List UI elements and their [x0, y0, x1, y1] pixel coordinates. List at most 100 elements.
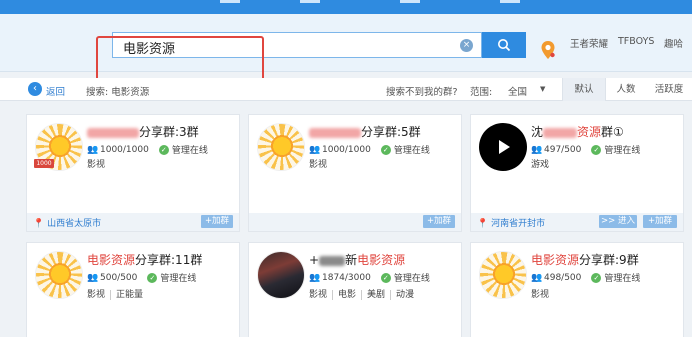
redacted-text: [543, 127, 578, 138]
tag: 影视: [309, 290, 334, 300]
join-group-button[interactable]: +加群: [201, 215, 233, 228]
group-name[interactable]: 分享群:5群: [309, 123, 421, 140]
group-tags: 影视: [309, 157, 337, 170]
people-icon: 👥: [531, 144, 543, 155]
tab-sort-default[interactable]: 默认: [562, 78, 606, 101]
enter-group-button[interactable]: >> 进入: [599, 215, 637, 228]
hot-search-link[interactable]: TFBOYS: [618, 36, 654, 47]
group-stats: 👥 500/500 ✓ 管理在线: [87, 271, 196, 284]
group-tags: 影视 正能量: [87, 287, 153, 300]
group-card[interactable]: 分享群:5群 👥 1000/1000 ✓ 管理在线 影视 +加群: [248, 114, 462, 232]
tag: 影视: [531, 290, 550, 300]
join-group-button[interactable]: +加群: [423, 215, 455, 228]
back-link[interactable]: 返回: [46, 84, 65, 98]
redacted-text: [319, 255, 346, 266]
group-avatar[interactable]: [479, 123, 527, 171]
join-group-button[interactable]: +加群: [643, 215, 677, 228]
search-prefix: 搜索:: [86, 87, 109, 98]
group-card[interactable]: 电影资源分享群:9群 👥 498/500 ✓ 管理在线 影视: [470, 242, 684, 337]
member-count: 498/500: [544, 272, 582, 283]
group-stats: 👥 1000/1000 ✓ 管理在线: [309, 143, 430, 156]
group-tags: 影视: [87, 157, 115, 170]
tag: 游戏: [531, 160, 550, 170]
search-term: 电影资源: [111, 87, 150, 98]
group-stats: 👥 498/500 ✓ 管理在线: [531, 271, 640, 284]
nav-tab-fragment: [400, 0, 420, 3]
admin-status: 管理在线: [604, 146, 641, 156]
nav-tab-fragment: [300, 0, 320, 3]
group-card[interactable]: 沈资源群① 👥 497/500 ✓ 管理在线 游戏 📍 河南省开封市 >> 进入…: [470, 114, 684, 232]
group-location: 📍 河南省开封市: [477, 219, 546, 229]
member-count: 1000/1000: [100, 144, 149, 155]
admin-status: 管理在线: [604, 274, 641, 284]
range-label: 范围:: [470, 87, 493, 98]
level-badge: 1000: [34, 159, 54, 168]
group-stats: 👥 497/500 ✓ 管理在线: [531, 143, 640, 156]
group-name[interactable]: 沈资源群①: [531, 123, 624, 140]
redacted-text: [87, 127, 139, 138]
card-footer: +加群: [249, 213, 461, 231]
member-count: 497/500: [544, 144, 582, 155]
group-name[interactable]: 电影资源分享群:9群: [531, 251, 639, 268]
card-footer: 📍 河南省开封市 >> 进入 +加群: [471, 213, 683, 231]
range-select[interactable]: 全国: [508, 84, 527, 98]
group-card[interactable]: 电影资源分享群:11群 👥 500/500 ✓ 管理在线 影视 正能量: [26, 242, 240, 337]
clear-icon[interactable]: ×: [460, 39, 473, 52]
check-icon: ✓: [380, 272, 391, 283]
location-pin-icon[interactable]: [540, 40, 556, 60]
group-name[interactable]: 分享群:3群: [87, 123, 199, 140]
group-avatar[interactable]: [257, 123, 305, 171]
group-tags: 影视 电影 美剧 动漫: [309, 287, 424, 300]
group-stats: 👥 1874/3000 ✓ 管理在线: [309, 271, 430, 284]
check-icon: ✓: [147, 272, 158, 283]
search-bar: 电影资源 × 王者荣耀 TFBOYS 趣哈: [0, 14, 692, 86]
group-location: 📍 山西省太原市: [33, 219, 102, 229]
group-avatar-photo[interactable]: [257, 251, 305, 299]
tag: 动漫: [396, 290, 415, 300]
back-arrow-icon[interactable]: ‹: [28, 82, 42, 96]
people-icon: 👥: [87, 144, 99, 155]
member-count: 1874/3000: [322, 272, 371, 283]
sun-logo-icon: [480, 252, 526, 298]
member-count: 1000/1000: [322, 144, 371, 155]
people-icon: 👥: [87, 272, 99, 283]
tab-sort-members[interactable]: 人数: [606, 78, 646, 101]
hot-search-link[interactable]: 趣哈: [664, 36, 683, 50]
nav-tab-fragment: [220, 0, 240, 3]
nav-tab-fragment: [500, 0, 520, 3]
member-count: 500/500: [100, 272, 138, 283]
admin-status: 管理在线: [393, 274, 430, 284]
admin-status: 管理在线: [393, 146, 430, 156]
tag: 正能量: [116, 290, 144, 300]
hot-search-link[interactable]: 王者荣耀: [570, 36, 608, 50]
search-button[interactable]: [482, 32, 526, 58]
tag: 影视: [87, 160, 106, 170]
group-card[interactable]: 1000 分享群:3群 👥 1000/1000 ✓ 管理在线 影视 📍 山西省太…: [26, 114, 240, 232]
group-avatar[interactable]: [35, 251, 83, 299]
sun-logo-icon: [258, 124, 304, 170]
play-icon: [499, 140, 510, 154]
admin-status: 管理在线: [160, 274, 197, 284]
group-card[interactable]: + 新电影资源 👥 1874/3000 ✓ 管理在线 影视 电影 美剧 动漫: [248, 242, 462, 337]
check-icon: ✓: [591, 144, 602, 155]
group-tags: 游戏: [531, 157, 559, 170]
admin-status: 管理在线: [171, 146, 208, 156]
group-name[interactable]: + 新电影资源: [309, 251, 405, 268]
filter-bar: ‹ 返回 搜索: 电影资源 搜索不到我的群? 范围: 全国 ▼ 默认 人数 活跃…: [0, 78, 692, 101]
people-icon: 👥: [531, 272, 543, 283]
tag: 影视: [87, 290, 112, 300]
not-found-link[interactable]: 搜索不到我的群?: [386, 84, 458, 98]
group-tags: 影视: [531, 287, 559, 300]
chevron-down-icon[interactable]: ▼: [540, 85, 545, 93]
group-avatar[interactable]: [479, 251, 527, 299]
group-stats: 👥 1000/1000 ✓ 管理在线: [87, 143, 208, 156]
group-name[interactable]: 电影资源分享群:11群: [87, 251, 202, 268]
search-summary: 搜索: 电影资源: [86, 84, 149, 98]
check-icon: ✓: [591, 272, 602, 283]
tab-sort-activity[interactable]: 活跃度: [646, 78, 692, 101]
redacted-text: [309, 127, 361, 138]
search-icon: [498, 39, 511, 52]
tag: 电影: [338, 290, 363, 300]
check-icon: ✓: [158, 144, 169, 155]
people-icon: 👥: [309, 144, 321, 155]
